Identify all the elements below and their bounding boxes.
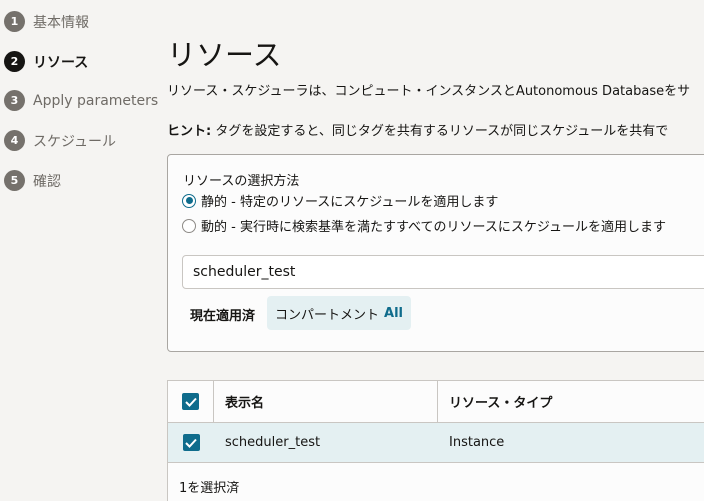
step-number: 1 [4,11,25,32]
resources-table: 表示名 リソース・タイプ scheduler_test Instance 1を選… [167,380,704,501]
step-apply-parameters[interactable]: 3 Apply parameters [4,90,158,111]
hint-text: ヒント: タグを設定すると、同じタグを共有するリソースが同じスケジュールを共有で [167,120,668,139]
chip-label: コンパートメント [275,307,380,323]
header-select-cell [168,381,214,422]
radio-static[interactable]: 静的 - 特定のリソースにスケジュールを適用します [182,191,498,210]
step-number: 3 [4,90,25,111]
compartment-filter-chip[interactable]: コンパートメント All [267,296,411,330]
radio-dynamic-label: 動的 - 実行時に検索基準を満たすすべてのリソースにスケジュールを適用します [201,220,666,235]
column-header-display-name[interactable]: 表示名 [214,381,438,422]
checkmark-icon [184,397,197,407]
table-header: 表示名 リソース・タイプ [168,381,704,423]
page: 1 基本情報 2 リソース 3 Apply parameters 4 スケジュー… [0,0,704,501]
step-number: 5 [4,170,25,191]
step-label: 確認 [33,173,61,190]
hint-label: ヒント: [167,124,212,139]
radio-checked-icon[interactable] [182,193,196,208]
applied-filters-label: 現在適用済 [190,309,256,324]
radio-dynamic[interactable]: 動的 - 実行時に検索基準を満たすすべてのリソースにスケジュールを適用します [182,216,666,235]
radio-static-label: 静的 - 特定のリソースにスケジュールを適用します [201,195,499,210]
tag-search-input[interactable]: scheduler_test [182,255,704,289]
radio-unchecked-icon[interactable] [182,218,196,233]
page-title: リソース [167,38,282,72]
step-number: 4 [4,130,25,151]
step-label: リソース [33,54,89,71]
step-label: Apply parameters [33,92,159,109]
row-select-cell [168,423,214,462]
row-resource-type: Instance [449,435,505,450]
selection-count: 1を選択済 [179,481,240,496]
chip-value: All [384,305,403,321]
row-display-name: scheduler_test [225,435,321,450]
selection-method-legend: リソースの選択方法 [183,174,300,189]
step-review[interactable]: 5 確認 [4,170,61,191]
step-schedule[interactable]: 4 スケジュール [4,130,116,151]
table-row[interactable]: scheduler_test Instance [168,423,704,463]
column-header-resource-type[interactable]: リソース・タイプ [438,381,552,422]
checkmark-icon [185,438,197,448]
resource-selection-panel: リソースの選択方法 静的 - 特定のリソースにスケジュールを適用します 動的 -… [167,154,704,352]
select-all-checkbox[interactable] [182,393,199,410]
hint-body: タグを設定すると、同じタグを共有するリソースが同じスケジュールを共有で [211,124,669,139]
row-checkbox[interactable] [182,434,200,451]
step-resources[interactable]: 2 リソース [4,51,88,72]
step-number: 2 [4,51,25,72]
step-basic-info[interactable]: 1 基本情報 [4,11,89,32]
step-label: 基本情報 [33,14,89,31]
page-description: リソース・スケジューラは、コンピュート・インスタンスとAutonomous Da… [167,84,691,99]
step-label: スケジュール [33,133,117,150]
tag-input-value: scheduler_test [193,264,296,280]
